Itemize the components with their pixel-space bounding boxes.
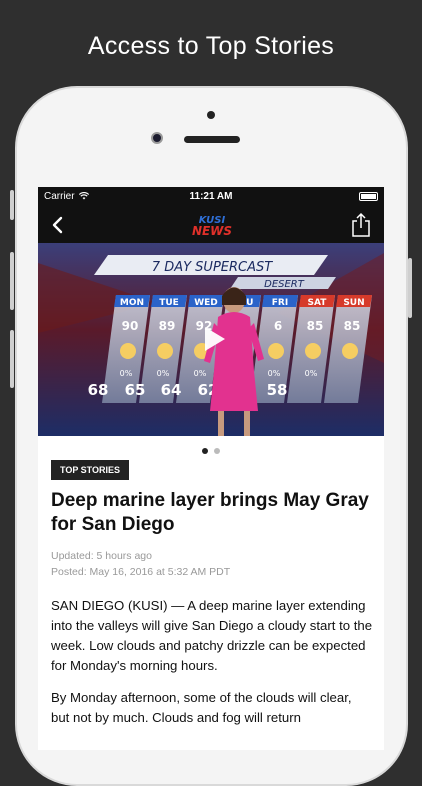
forecast-precip: 0% — [194, 369, 207, 378]
app-screen: Carrier 11:21 AM KUSI NEWS 7 DAY SUPERCA… — [38, 187, 384, 750]
posted-time: Posted: May 16, 2016 at 5:32 AM PDT — [51, 566, 231, 578]
forecast-precip: 0% — [268, 369, 281, 378]
article-headline: Deep marine layer brings May Gray for Sa… — [51, 490, 369, 535]
forecast-day-label: WED — [194, 298, 218, 308]
forecast-day-label: SUN — [343, 298, 364, 308]
forecast-day-label: FRI — [272, 298, 288, 308]
sun-icon — [342, 343, 358, 359]
forecast-day-label: MON — [120, 298, 144, 308]
forecast-precip: 0% — [305, 369, 318, 378]
article-body: SAN DIEGO (KUSI) — A deep marine layer e… — [51, 596, 373, 740]
sun-icon — [120, 343, 136, 359]
share-icon[interactable] — [350, 212, 372, 238]
article-meta: Updated: 5 hours ago Posted: May 16, 201… — [51, 548, 230, 580]
video-player[interactable]: 7 DAY SUPERCAST DESERT MON90TUE89WED92TH… — [38, 243, 384, 436]
updated-time: Updated: 5 hours ago — [51, 550, 152, 562]
forecast-precip: 0% — [157, 369, 170, 378]
forecast-high: 6 — [274, 319, 282, 333]
category-badge[interactable]: TOP STORIES — [51, 460, 130, 480]
article-paragraph: By Monday afternoon, some of the clouds … — [51, 690, 352, 725]
volume-down-button — [10, 330, 14, 388]
forecast-low: 58 — [267, 381, 288, 399]
kusi-news-logo: KUSI NEWS — [182, 213, 242, 237]
forecast-high: 90 — [122, 319, 139, 333]
status-time: 11:21 AM — [189, 191, 233, 202]
banner-title: 7 DAY SUPERCAST — [152, 260, 273, 275]
front-camera — [151, 132, 163, 144]
promo-title: Access to Top Stories — [87, 32, 335, 60]
region-label: DESERT — [264, 279, 305, 290]
page-dot[interactable] — [214, 448, 220, 454]
sun-icon — [157, 343, 173, 359]
logo-bottom-text: NEWS — [192, 224, 232, 237]
proximity-sensor — [207, 111, 215, 119]
page-dot-active[interactable] — [202, 448, 208, 454]
volume-up-button — [10, 252, 14, 310]
forecast-low: 68 — [88, 381, 109, 399]
sun-icon — [268, 343, 284, 359]
sun-icon — [305, 343, 321, 359]
forecast-high: 85 — [307, 319, 324, 333]
mute-switch — [10, 190, 14, 220]
forecast-day-label: SAT — [308, 298, 328, 308]
forecast-high: 85 — [344, 319, 361, 333]
article-paragraph: SAN DIEGO (KUSI) — A deep marine layer e… — [51, 598, 373, 673]
forecast-precip: 0% — [120, 369, 133, 378]
weather-graphic: 7 DAY SUPERCAST DESERT MON90TUE89WED92TH… — [38, 243, 384, 436]
back-chevron-icon[interactable] — [48, 215, 68, 235]
forecast-low: 64 — [161, 381, 182, 399]
power-button — [408, 258, 412, 318]
earpiece-speaker — [184, 136, 240, 143]
status-bar: Carrier 11:21 AM — [38, 187, 384, 207]
forecast-low: 65 — [125, 381, 146, 399]
forecast-high: 89 — [159, 319, 176, 333]
forecast-day-label: TUE — [159, 298, 179, 308]
battery-icon — [359, 192, 378, 201]
navigation-bar: KUSI NEWS — [38, 207, 384, 243]
